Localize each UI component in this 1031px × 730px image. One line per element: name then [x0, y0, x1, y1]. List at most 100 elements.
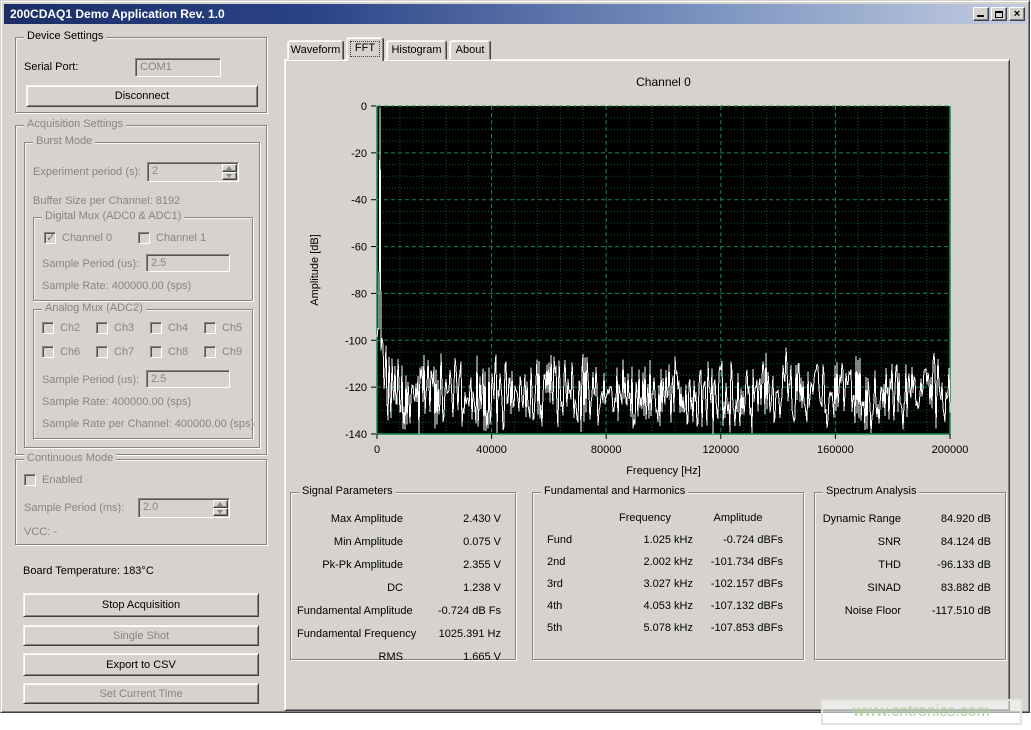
x-tick-label: 80000	[591, 444, 622, 456]
amux-sample-rate-text: Sample Rate: 400000.00 (sps)	[42, 396, 191, 408]
y-tick-label: -100	[345, 335, 367, 347]
device-settings-group: Device Settings Serial Port: COM1 Discon…	[15, 37, 267, 113]
spectrum-analysis-title: Spectrum Analysis	[823, 485, 919, 497]
x-axis-label: Frequency [Hz]	[626, 465, 701, 477]
ch7-checkbox	[96, 346, 108, 358]
y-tick-label: -140	[345, 429, 367, 441]
window-title: 200CDAQ1 Demo Application Rev. 1.0	[10, 7, 225, 21]
close-icon: ×	[1014, 8, 1020, 20]
dmux-sample-rate-text: Sample Rate: 400000.00 (sps)	[42, 280, 191, 292]
app-window: 200CDAQ1 Demo Application Rev. 1.0 × Dev…	[0, 0, 1030, 713]
dmux-sample-period-label: Sample Period (us):	[42, 258, 139, 270]
ch3-label: Ch3	[114, 322, 134, 334]
signal-row: RMS1.665 V	[297, 645, 509, 668]
fft-plot: 040000800001200001600002000000-20-40-60-…	[292, 66, 1006, 478]
serial-port-label: Serial Port:	[24, 61, 78, 73]
single-shot-button: Single Shot	[23, 625, 259, 646]
buffer-size-text: Buffer Size per Channel: 8192	[33, 195, 180, 207]
spectrum-row: THD-96.133 dB	[821, 553, 999, 576]
digital-mux-group: Digital Mux (ADC0 & ADC1) Channel 0 Chan…	[33, 217, 253, 301]
harmonics-header: Frequency Amplitude	[539, 507, 797, 529]
ch9-checkbox	[204, 346, 216, 358]
channel0-checkbox	[44, 232, 56, 244]
signal-parameters-panel: Signal Parameters Max Amplitude2.430 V M…	[290, 492, 516, 660]
digital-mux-title: Digital Mux (ADC0 & ADC1)	[42, 210, 184, 222]
ch6-checkbox	[42, 346, 54, 358]
continuous-mode-group: Continuous Mode Enabled Sample Period (m…	[15, 459, 267, 545]
serial-port-field: COM1	[135, 58, 221, 77]
ch5-label: Ch5	[222, 322, 242, 334]
x-tick-label: 0	[374, 444, 380, 456]
spin-up-icon	[213, 500, 228, 508]
x-tick-label: 120000	[702, 444, 739, 456]
y-tick-label: -80	[351, 288, 367, 300]
ch9-label: Ch9	[222, 346, 242, 358]
harmonics-title: Fundamental and Harmonics	[541, 485, 688, 497]
ch4-label: Ch4	[168, 322, 188, 334]
minimize-icon	[977, 15, 984, 17]
spin-up-icon	[222, 164, 237, 172]
stop-acquisition-button[interactable]: Stop Acquisition	[23, 593, 259, 617]
experiment-period-label: Experiment period (s):	[33, 166, 141, 178]
y-tick-label: -40	[351, 195, 367, 207]
spin-down-icon	[213, 508, 228, 516]
channel0-label: Channel 0	[62, 232, 112, 244]
amux-sample-period-field: 2.5	[146, 370, 230, 388]
ch6-label: Ch6	[60, 346, 80, 358]
chart-title: Channel 0	[636, 75, 691, 89]
ch4-checkbox	[150, 322, 162, 334]
title-bar[interactable]: 200CDAQ1 Demo Application Rev. 1.0 ×	[4, 4, 1027, 24]
harmonics-panel: Fundamental and Harmonics Frequency Ampl…	[532, 492, 804, 660]
y-tick-label: -20	[351, 148, 367, 160]
ch5-checkbox	[204, 322, 216, 334]
spectrum-row: SINAD83.882 dB	[821, 576, 999, 599]
disconnect-button[interactable]: Disconnect	[26, 85, 258, 107]
watermark: www.cntronics.com	[821, 699, 1022, 725]
channel1-label: Channel 1	[156, 232, 206, 244]
experiment-period-stepper: 2	[147, 162, 239, 182]
continuous-sample-period-stepper: 2.0	[138, 498, 230, 518]
set-current-time-button: Set Current Time	[23, 683, 259, 704]
harmonic-row: 4th4.053 kHz-107.132 dBFs	[539, 595, 797, 617]
board-temperature-text: Board Temperature: 183°C	[23, 565, 154, 577]
harmonic-row: 3rd3.027 kHz-102.157 dBFs	[539, 573, 797, 595]
spin-down-icon	[222, 172, 237, 180]
signal-row: Fundamental Amplitude-0.724 dB Fs	[297, 599, 509, 622]
x-tick-label: 200000	[932, 444, 969, 456]
tab-fft[interactable]: FFT	[346, 37, 384, 61]
signal-row: DC1.238 V	[297, 576, 509, 599]
tab-histogram[interactable]: Histogram	[386, 40, 447, 60]
ch8-checkbox	[150, 346, 162, 358]
export-csv-button[interactable]: Export to CSV	[23, 653, 259, 676]
ch2-checkbox	[42, 322, 54, 334]
tab-waveform[interactable]: Waveform	[287, 40, 344, 60]
spectrum-row: SNR84.124 dB	[821, 530, 999, 553]
minimize-button[interactable]	[973, 7, 989, 21]
y-tick-label: -60	[351, 242, 367, 254]
amux-sample-period-label: Sample Period (us):	[42, 374, 139, 386]
channel1-checkbox	[138, 232, 150, 244]
acquisition-settings-title: Acquisition Settings	[24, 118, 126, 130]
spectrum-row: Noise Floor-117.510 dB	[821, 599, 999, 622]
amplitude-header: Amplitude	[693, 512, 797, 524]
ch3-checkbox	[96, 322, 108, 334]
tab-about[interactable]: About	[449, 40, 491, 60]
dmux-sample-period-field: 2.5	[146, 254, 230, 272]
signal-row: Fundamental Frequency1025.391 Hz	[297, 622, 509, 645]
burst-mode-title: Burst Mode	[33, 135, 95, 147]
spectrum-row: Dynamic Range84.920 dB	[821, 507, 999, 530]
close-button[interactable]: ×	[1009, 7, 1025, 21]
y-axis-label: Amplitude [dB]	[309, 234, 321, 306]
signal-row: Pk-Pk Amplitude2.355 V	[297, 553, 509, 576]
analog-mux-title: Analog Mux (ADC2)	[42, 302, 146, 314]
signal-row: Min Amplitude0.075 V	[297, 530, 509, 553]
maximize-icon	[995, 11, 1003, 18]
y-tick-label: -120	[345, 382, 367, 394]
signal-row: Max Amplitude2.430 V	[297, 507, 509, 530]
x-tick-label: 40000	[476, 444, 507, 456]
harmonic-row: Fund1.025 kHz-0.724 dBFs	[539, 529, 797, 551]
continuous-enabled-label: Enabled	[42, 474, 82, 486]
ch8-label: Ch8	[168, 346, 188, 358]
fft-tab-page: 040000800001200001600002000000-20-40-60-…	[284, 59, 1010, 711]
maximize-button[interactable]	[991, 7, 1007, 21]
